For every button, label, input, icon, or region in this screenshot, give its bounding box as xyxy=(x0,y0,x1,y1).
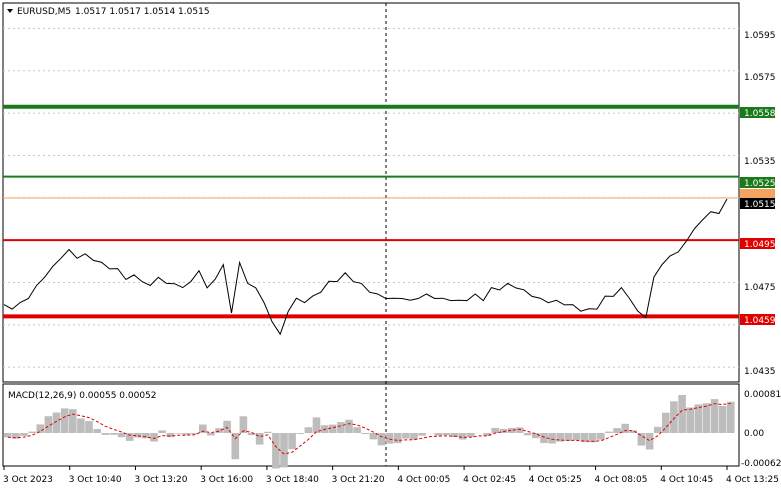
symbol-label: EURUSD,M5 xyxy=(17,7,71,17)
macd-histogram-bar xyxy=(117,433,126,438)
macd-histogram-bar xyxy=(605,431,613,433)
price-tick: 1.0535 xyxy=(744,157,776,167)
price-tick: 1.0435 xyxy=(744,367,776,377)
macd-histogram-bar xyxy=(694,404,703,433)
macd-histogram-bar xyxy=(20,433,28,436)
time-label: 4 Oct 13:25 xyxy=(726,475,779,485)
price-tick: 1.0475 xyxy=(744,283,776,293)
chart-canvas[interactable]: 1.0595 1.0575 1.0535 1.0475 1.0435 1.055… xyxy=(0,0,781,489)
macd-histogram-bar xyxy=(28,431,36,433)
macd-label: MACD(12,26,9) 0.00055 0.00052 xyxy=(8,391,157,401)
macd-histogram-bar xyxy=(337,422,345,433)
macd-histogram-bar xyxy=(458,433,467,440)
macd-histogram-bar xyxy=(597,433,605,440)
price-tick: 1.0595 xyxy=(744,31,776,41)
level-tag-text: 1.0558 xyxy=(744,109,776,119)
macd-histogram-bar xyxy=(353,427,361,433)
time-label: 3 Oct 10:40 xyxy=(69,475,122,485)
macd-histogram-bar xyxy=(101,433,110,435)
macd-histogram-bar xyxy=(345,419,353,433)
macd-histogram-bar xyxy=(52,412,61,433)
macd-histogram-bar xyxy=(670,401,678,433)
time-label: 3 Oct 2023 xyxy=(3,475,53,485)
macd-histogram-bar xyxy=(93,429,101,433)
macd-histogram-bar xyxy=(491,427,499,433)
time-label: 3 Oct 16:00 xyxy=(200,475,253,485)
macd-histogram-bar xyxy=(60,408,69,433)
macd-histogram-bar xyxy=(718,406,727,433)
current-price-text: 1.0515 xyxy=(744,200,776,210)
macd-histogram-bar xyxy=(288,433,296,450)
macd-histogram-bar xyxy=(85,421,93,433)
time-label: 4 Oct 00:05 xyxy=(397,475,450,485)
macd-histogram-bar xyxy=(402,433,410,439)
macd-histogram-bar xyxy=(434,433,443,436)
time-label: 3 Oct 18:40 xyxy=(266,475,319,485)
macd-histogram-bar xyxy=(328,424,337,433)
price-tick: 1.0575 xyxy=(744,73,776,83)
level-tag-text: 1.0459 xyxy=(744,316,776,326)
macd-histogram-bar xyxy=(613,428,621,433)
macd-histogram-bar xyxy=(174,433,183,434)
macd-histogram-bar xyxy=(272,433,280,469)
macd-scale-min: -0.00062 xyxy=(741,459,781,469)
macd-histogram-bar xyxy=(393,433,402,444)
level-tag-text: 1.0495 xyxy=(744,240,776,250)
macd-scale-zero: 0.00 xyxy=(744,429,764,439)
macd-histogram-bar xyxy=(442,433,451,435)
macd-histogram-bar xyxy=(361,433,369,435)
macd-histogram-bar xyxy=(36,424,45,433)
macd-histogram-bar xyxy=(572,433,581,441)
macd-scale-max: 0.00081 xyxy=(744,390,781,400)
macd-histogram-bar xyxy=(207,433,215,436)
macd-histogram-bar xyxy=(678,395,686,433)
time-axis: 3 Oct 2023 3 Oct 10:40 3 Oct 13:20 3 Oct 16… xyxy=(3,466,779,485)
macd-histogram-bar xyxy=(150,433,158,442)
time-label: 3 Oct 21:20 xyxy=(332,475,385,485)
macd-histogram-bar xyxy=(532,433,540,439)
macd-histogram-bar xyxy=(653,426,662,433)
time-label: 4 Oct 02:45 xyxy=(463,475,516,485)
macd-histogram-bar xyxy=(727,401,735,433)
macd-histogram-bar xyxy=(280,433,288,468)
macd-histogram-bar xyxy=(686,407,694,433)
time-label: 4 Oct 10:45 xyxy=(660,475,713,485)
time-label: 4 Oct 05:25 xyxy=(529,475,582,485)
macd-histogram-bar xyxy=(588,433,597,443)
ask-price-tag xyxy=(740,189,775,198)
macd-histogram-bar xyxy=(645,433,654,450)
macd-histogram-bar xyxy=(4,433,12,438)
macd-histogram-bar xyxy=(523,433,532,436)
macd-histogram-bar xyxy=(231,433,240,460)
macd-histogram-bar xyxy=(377,433,386,446)
level-tag-text: 1.0525 xyxy=(744,179,776,189)
macd-histogram-bar xyxy=(621,423,629,433)
macd-histogram-bar xyxy=(296,433,304,434)
time-label: 4 Oct 08:05 xyxy=(595,475,648,485)
macd-histogram-bar xyxy=(264,431,272,433)
macd-histogram-bar xyxy=(125,433,134,441)
macd-histogram-bar xyxy=(702,403,711,433)
macd-histogram-bar xyxy=(304,427,313,433)
macd-histogram-bar xyxy=(109,433,118,435)
ohlc-values: 1.0517 1.0517 1.0514 1.0515 xyxy=(75,7,210,17)
macd-histogram-bar xyxy=(158,430,166,433)
macd-histogram-bar xyxy=(69,409,77,433)
macd-histogram-bar xyxy=(77,418,85,433)
macd-histogram-bar xyxy=(515,427,524,433)
level-price-tags: 1.0558 1.0525 1.0515 1.0495 1.0459 xyxy=(740,107,776,326)
macd-histogram-bar xyxy=(564,433,573,441)
chart-header[interactable]: EURUSD,M5 1.0517 1.0517 1.0514 1.0515 xyxy=(7,7,210,17)
macd-histogram-bar xyxy=(467,433,475,437)
macd-histogram-bar xyxy=(410,433,418,440)
macd-histogram-bar xyxy=(637,433,646,446)
time-label: 3 Oct 13:20 xyxy=(135,475,188,485)
macd-histogram-bar xyxy=(418,433,426,436)
